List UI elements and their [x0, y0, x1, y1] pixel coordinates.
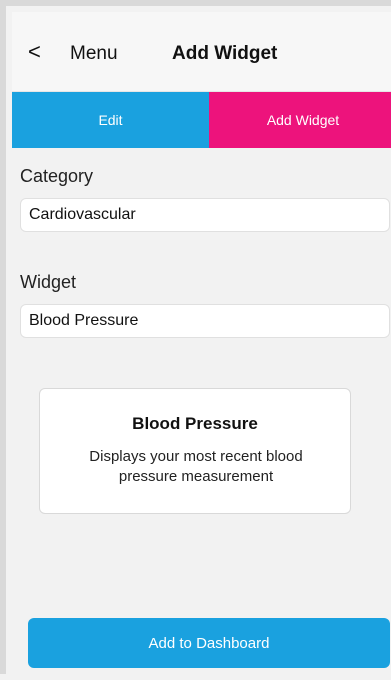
- page-title: Add Widget: [172, 43, 278, 64]
- category-label: Category: [20, 166, 94, 186]
- tab-edit[interactable]: Edit: [12, 92, 209, 148]
- form-content: Category Cardiovascular Widget Blood Pre…: [12, 148, 391, 680]
- nav-header: < Menu Add Widget: [12, 12, 391, 92]
- chevron-left-icon[interactable]: <: [28, 38, 41, 66]
- widget-preview-card: Blood Pressure Displays your most recent…: [39, 388, 351, 514]
- category-select[interactable]: Cardiovascular: [20, 198, 390, 232]
- preview-title: Blood Pressure: [132, 414, 258, 433]
- app-screen: < Menu Add Widget Edit Add Widget Catego…: [0, 0, 391, 680]
- widget-select[interactable]: Blood Pressure: [20, 304, 390, 338]
- tab-add-widget[interactable]: Add Widget: [209, 92, 391, 148]
- preview-description: Displays your most recent blood pressure…: [89, 448, 303, 485]
- add-to-dashboard-button[interactable]: Add to Dashboard: [28, 618, 390, 668]
- back-button-menu[interactable]: Menu: [70, 42, 118, 66]
- tab-bar: Edit Add Widget: [12, 92, 391, 148]
- widget-label: Widget: [20, 272, 77, 292]
